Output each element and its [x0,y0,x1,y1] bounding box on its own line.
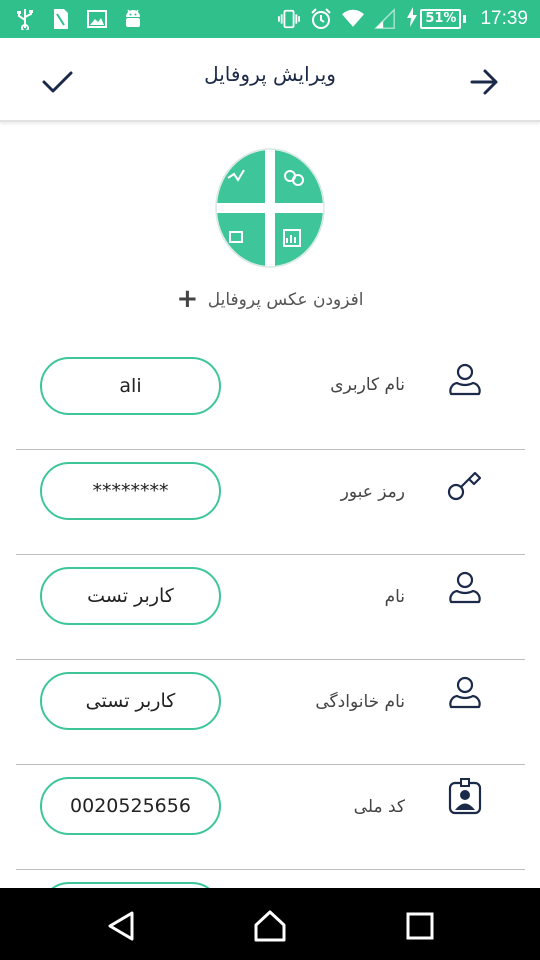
row-divider [16,869,525,870]
back-triangle-icon [108,911,134,941]
nav-back-button[interactable] [104,908,140,944]
username-field[interactable]: ali [40,357,221,415]
user-icon [445,674,485,714]
system-icons: 51% 17:39 [278,6,528,32]
user-icon [445,361,485,401]
android-icon [122,8,144,30]
field-row-national-code: 0020525656 کد ملی [16,765,525,870]
nav-recents-button[interactable] [402,908,438,944]
id-card-icon [445,777,485,817]
battery-tip [463,15,467,23]
status-bar: 51% 17:39 [0,0,540,38]
field-row-username: ali نام کاربری [16,345,525,450]
notification-icons [14,6,144,32]
arrow-right-icon [470,69,498,95]
back-button[interactable] [464,62,504,102]
status-time: 17:39 [480,8,528,29]
national-code-field[interactable]: 0020525656 [40,777,221,835]
username-label: نام کاربری [330,375,405,395]
signal-icon [374,8,396,30]
password-label: رمز عبور [340,482,405,502]
user-icon [445,569,485,609]
app-toolbar: ویرایش پروفایل [0,38,540,122]
usb-icon [14,8,36,30]
field-row-last-name: کاربر تستی نام خانوادگی [16,660,525,765]
last-name-label: نام خانوادگی [315,692,405,712]
battery-level: 51% [420,9,462,29]
system-nav-bar [0,888,540,960]
alarm-icon [310,8,332,30]
charging-icon [406,7,418,31]
first-name-label: نام [384,587,405,607]
last-name-field[interactable]: کاربر تستی [40,672,221,730]
key-icon [445,464,485,504]
nav-home-button[interactable] [252,908,288,944]
battery-indicator: 51% [406,7,467,31]
add-profile-photo-button[interactable]: افزودن عکس پروفایل + [0,284,540,314]
first-name-field[interactable]: کاربر تست [40,567,221,625]
vibrate-icon [278,8,301,30]
add-photo-label: افزودن عکس پروفایل [207,290,364,310]
sim-icon [50,8,72,30]
field-row-first-name: کاربر تست نام [16,555,525,660]
avatar-image [215,148,325,268]
field-row-password: ******** رمز عبور [16,450,525,555]
password-field[interactable]: ******** [40,462,221,520]
wifi-icon [342,8,365,30]
plus-icon: + [176,284,199,314]
home-icon [254,910,286,942]
image-icon [86,8,108,30]
recents-icon [406,912,434,940]
page-title: ویرایش پروفایل [204,62,336,86]
national-code-label: کد ملی [353,797,405,817]
profile-avatar[interactable] [214,148,326,268]
